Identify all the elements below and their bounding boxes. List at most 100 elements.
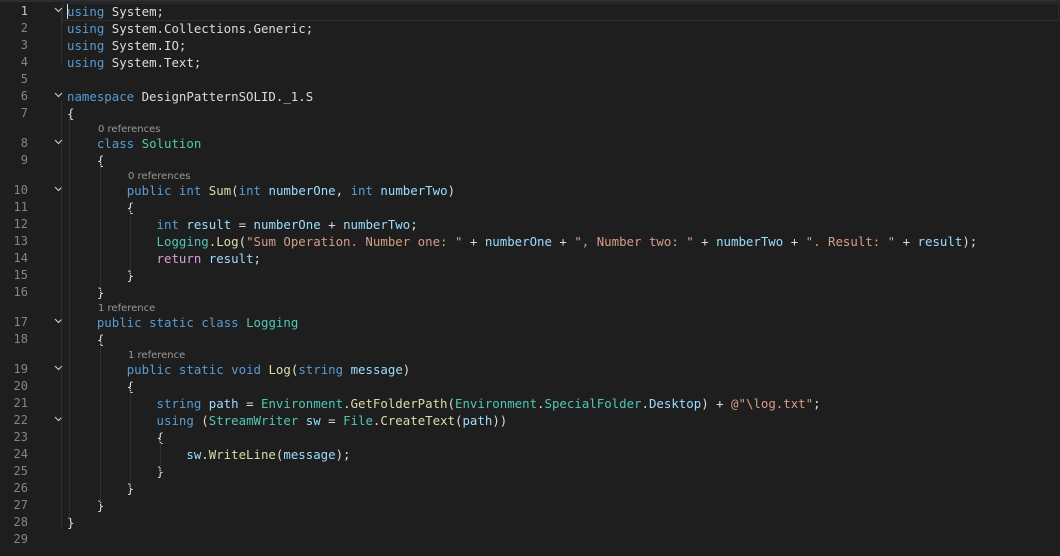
fold-chevron-icon[interactable] bbox=[52, 182, 66, 199]
code-token: numberOne bbox=[268, 183, 336, 198]
code-token: ); bbox=[962, 234, 978, 249]
code-token: void bbox=[231, 362, 261, 377]
code-line[interactable]: } bbox=[67, 497, 104, 514]
code-token: )) bbox=[492, 413, 508, 428]
code-token: int bbox=[350, 183, 373, 198]
code-token: sw bbox=[186, 447, 202, 462]
code-token: System; bbox=[104, 4, 164, 19]
indent-guide bbox=[69, 113, 70, 520]
code-line[interactable]: using System.Text; bbox=[67, 54, 201, 71]
code-token: . bbox=[343, 396, 351, 411]
code-token: ) + bbox=[701, 396, 732, 411]
code-token: SpecialFolder bbox=[544, 396, 642, 411]
code-token: ; bbox=[813, 396, 821, 411]
code-line[interactable]: public static void Log(string message) bbox=[67, 361, 411, 378]
indent-guide bbox=[130, 209, 131, 275]
code-token: ; bbox=[253, 251, 261, 266]
code-token: StreamWriter bbox=[208, 413, 299, 428]
code-token: result bbox=[917, 234, 963, 249]
code-token: Sum bbox=[208, 183, 232, 198]
code-token: } bbox=[67, 498, 105, 513]
code-token: return bbox=[156, 251, 202, 266]
code-line[interactable]: string path = Environment.GetFolderPath(… bbox=[67, 395, 821, 412]
code-token: ) bbox=[402, 362, 411, 377]
code-token: using bbox=[67, 55, 105, 70]
code-token: path bbox=[462, 413, 493, 428]
code-line[interactable]: using System.IO; bbox=[67, 37, 186, 54]
code-token: using bbox=[67, 4, 105, 19]
code-token: GetFolderPath bbox=[350, 396, 448, 411]
code-token: + bbox=[783, 234, 806, 249]
code-token: + bbox=[320, 217, 344, 232]
code-line[interactable]: namespace DesignPatternSOLID._1.S bbox=[67, 88, 313, 105]
code-line[interactable]: using (StreamWriter sw = File.CreateText… bbox=[67, 412, 508, 429]
code-token: static bbox=[178, 362, 224, 377]
indent-guide bbox=[100, 342, 101, 504]
code-token: numberTwo bbox=[716, 234, 784, 249]
code-token: result bbox=[208, 251, 254, 266]
code-token: numberTwo bbox=[380, 183, 448, 198]
code-token: { bbox=[67, 332, 105, 347]
code-editor[interactable]: 1 2 3 4 5 6 7 8 9 10 11 12 13 14 15 16 17 18 19 20 21 22 23 24 2… bbox=[0, 0, 1060, 556]
code-line[interactable]: { bbox=[67, 429, 164, 446]
code-token: public bbox=[126, 362, 172, 377]
code-line[interactable]: { bbox=[67, 331, 104, 348]
code-line[interactable]: using System.Collections.Generic; bbox=[67, 20, 313, 37]
code-token: ( bbox=[231, 183, 239, 198]
code-token: . bbox=[537, 396, 545, 411]
code-line[interactable]: int result = numberOne + numberTwo; bbox=[67, 216, 418, 233]
fold-chevron-icon[interactable] bbox=[52, 412, 66, 429]
code-token: ( bbox=[238, 234, 247, 249]
fold-chevron-icon[interactable] bbox=[52, 3, 66, 20]
code-token: sw bbox=[305, 413, 321, 428]
code-token: @"\log.txt" bbox=[731, 396, 814, 411]
code-token: WriteLine bbox=[208, 447, 276, 462]
code-line[interactable]: return result; bbox=[67, 250, 261, 267]
code-line[interactable]: } bbox=[67, 284, 104, 301]
code-line[interactable]: } bbox=[67, 463, 164, 480]
code-line[interactable]: public static class Logging bbox=[67, 314, 298, 331]
code-line[interactable]: class Solution bbox=[67, 135, 201, 152]
fold-chevron-icon[interactable] bbox=[52, 314, 66, 331]
code-token: int bbox=[238, 183, 262, 198]
code-token: + bbox=[551, 234, 575, 249]
code-token: namespace bbox=[67, 89, 135, 104]
code-token: + bbox=[462, 234, 485, 249]
code-token: int bbox=[178, 183, 202, 198]
code-token: path bbox=[208, 396, 239, 411]
code-token: { bbox=[67, 153, 105, 168]
code-token: . bbox=[201, 447, 209, 462]
fold-chevron-icon[interactable] bbox=[52, 135, 66, 152]
code-token: Log bbox=[216, 234, 239, 249]
code-token: Desktop bbox=[648, 396, 702, 411]
code-token: Solution bbox=[141, 136, 202, 151]
fold-chevron-icon[interactable] bbox=[52, 361, 66, 378]
code-token: string bbox=[156, 396, 202, 411]
code-token: ); bbox=[335, 447, 351, 462]
code-token: public bbox=[96, 315, 142, 330]
fold-chevron-icon[interactable] bbox=[52, 88, 66, 105]
code-token: . bbox=[641, 396, 649, 411]
code-line[interactable]: Logging.Log("Sum Operation. Number one: … bbox=[67, 233, 978, 250]
code-token: , bbox=[335, 183, 351, 198]
code-area[interactable]: 0 references 0 references 1 reference 1 … bbox=[0, 0, 1060, 556]
code-line[interactable]: using System; bbox=[67, 3, 164, 20]
code-token: Environment bbox=[454, 396, 538, 411]
code-line[interactable]: public int Sum(int numberOne, int number… bbox=[67, 182, 455, 199]
code-token: public bbox=[126, 183, 172, 198]
code-token: = bbox=[320, 413, 344, 428]
code-line[interactable]: sw.WriteLine(message); bbox=[67, 446, 351, 463]
code-token: message bbox=[350, 362, 403, 377]
code-token: = bbox=[238, 396, 261, 411]
code-line[interactable]: { bbox=[67, 152, 104, 169]
